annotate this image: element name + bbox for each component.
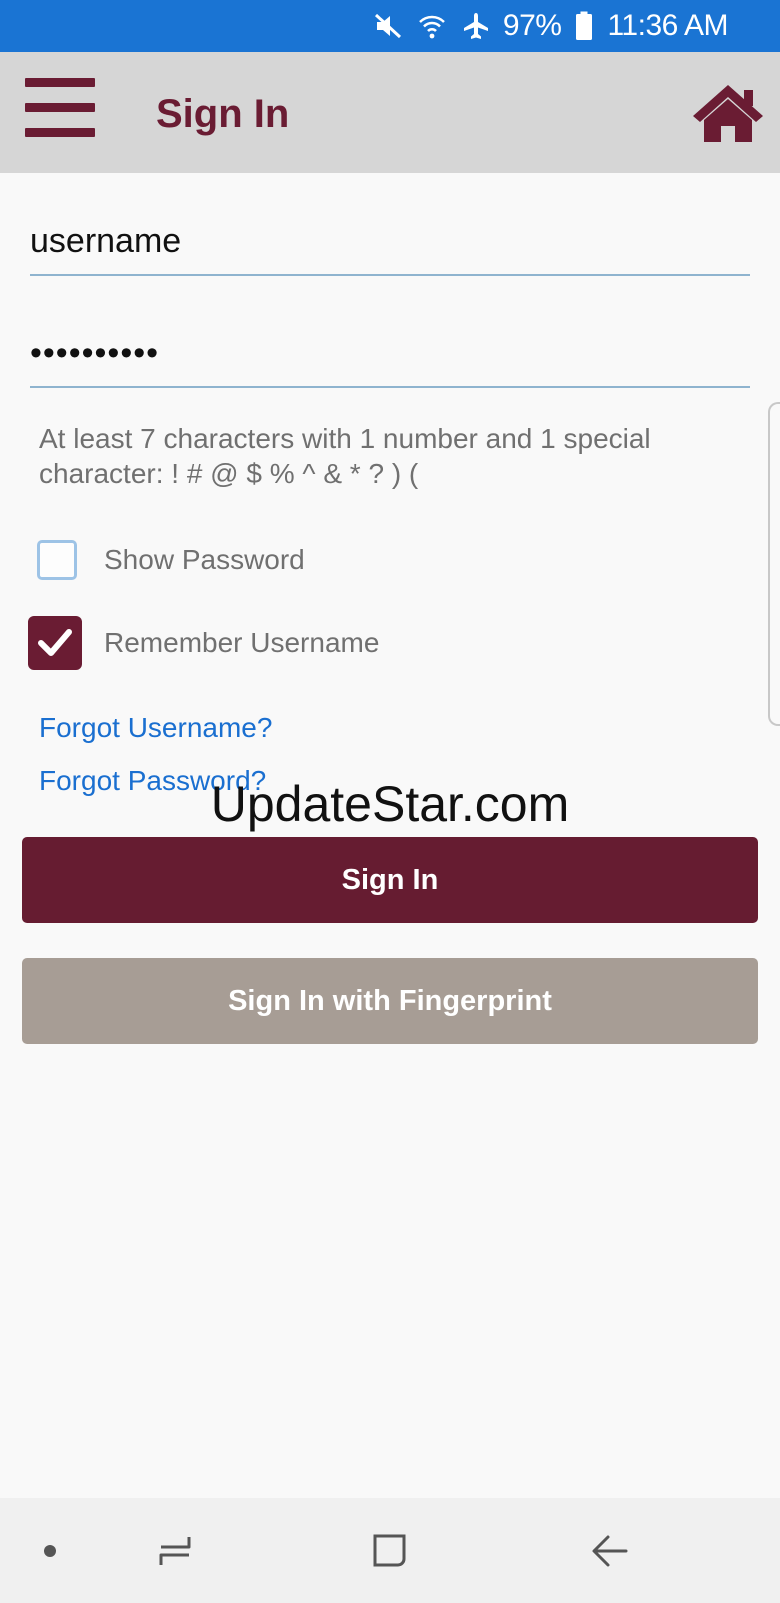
sign-in-fingerprint-label: Sign In with Fingerprint <box>228 984 552 1017</box>
password-hint: At least 7 characters with 1 number and … <box>39 423 651 489</box>
nav-dot-icon[interactable] <box>20 1498 80 1603</box>
remember-username-row[interactable]: Remember Username <box>28 615 379 671</box>
show-password-checkbox[interactable] <box>37 540 77 580</box>
status-icons: 97% 11:36 AM <box>373 0 728 52</box>
clock: 11:36 AM <box>607 9 728 42</box>
page-title: Sign In <box>156 92 290 136</box>
back-icon[interactable] <box>575 1498 645 1603</box>
edge-panel-handle[interactable] <box>768 402 780 726</box>
forgot-password-link[interactable]: Forgot Password? <box>39 765 266 797</box>
username-field[interactable]: username <box>30 222 750 276</box>
show-password-label[interactable]: Show Password <box>104 544 305 576</box>
remember-username-checkbox[interactable] <box>28 616 82 670</box>
checkmark-icon <box>38 629 72 656</box>
battery-icon <box>575 11 593 41</box>
remember-username-label[interactable]: Remember Username <box>104 627 379 659</box>
app-bar: Sign In <box>0 52 780 173</box>
hamburger-menu-icon[interactable] <box>25 78 97 142</box>
home-square-icon[interactable] <box>355 1498 425 1603</box>
sign-in-fingerprint-button[interactable]: Sign In with Fingerprint <box>22 958 758 1044</box>
username-value: username <box>30 222 182 260</box>
recent-apps-icon[interactable] <box>140 1498 210 1603</box>
sign-in-button[interactable]: Sign In <box>22 837 758 923</box>
navigation-bar <box>0 1498 780 1603</box>
forgot-username-link[interactable]: Forgot Username? <box>39 712 272 744</box>
password-value: •••••••••• <box>30 334 160 372</box>
sign-in-button-label: Sign In <box>341 863 439 896</box>
wifi-icon <box>417 11 447 41</box>
show-password-row[interactable]: Show Password <box>28 532 305 588</box>
password-field[interactable]: •••••••••• <box>30 334 750 388</box>
mute-icon <box>373 11 403 41</box>
airplane-mode-icon <box>461 11 491 41</box>
battery-percentage: 97% <box>502 9 562 42</box>
status-bar: 97% 11:36 AM <box>0 0 780 52</box>
home-icon[interactable] <box>692 82 764 146</box>
